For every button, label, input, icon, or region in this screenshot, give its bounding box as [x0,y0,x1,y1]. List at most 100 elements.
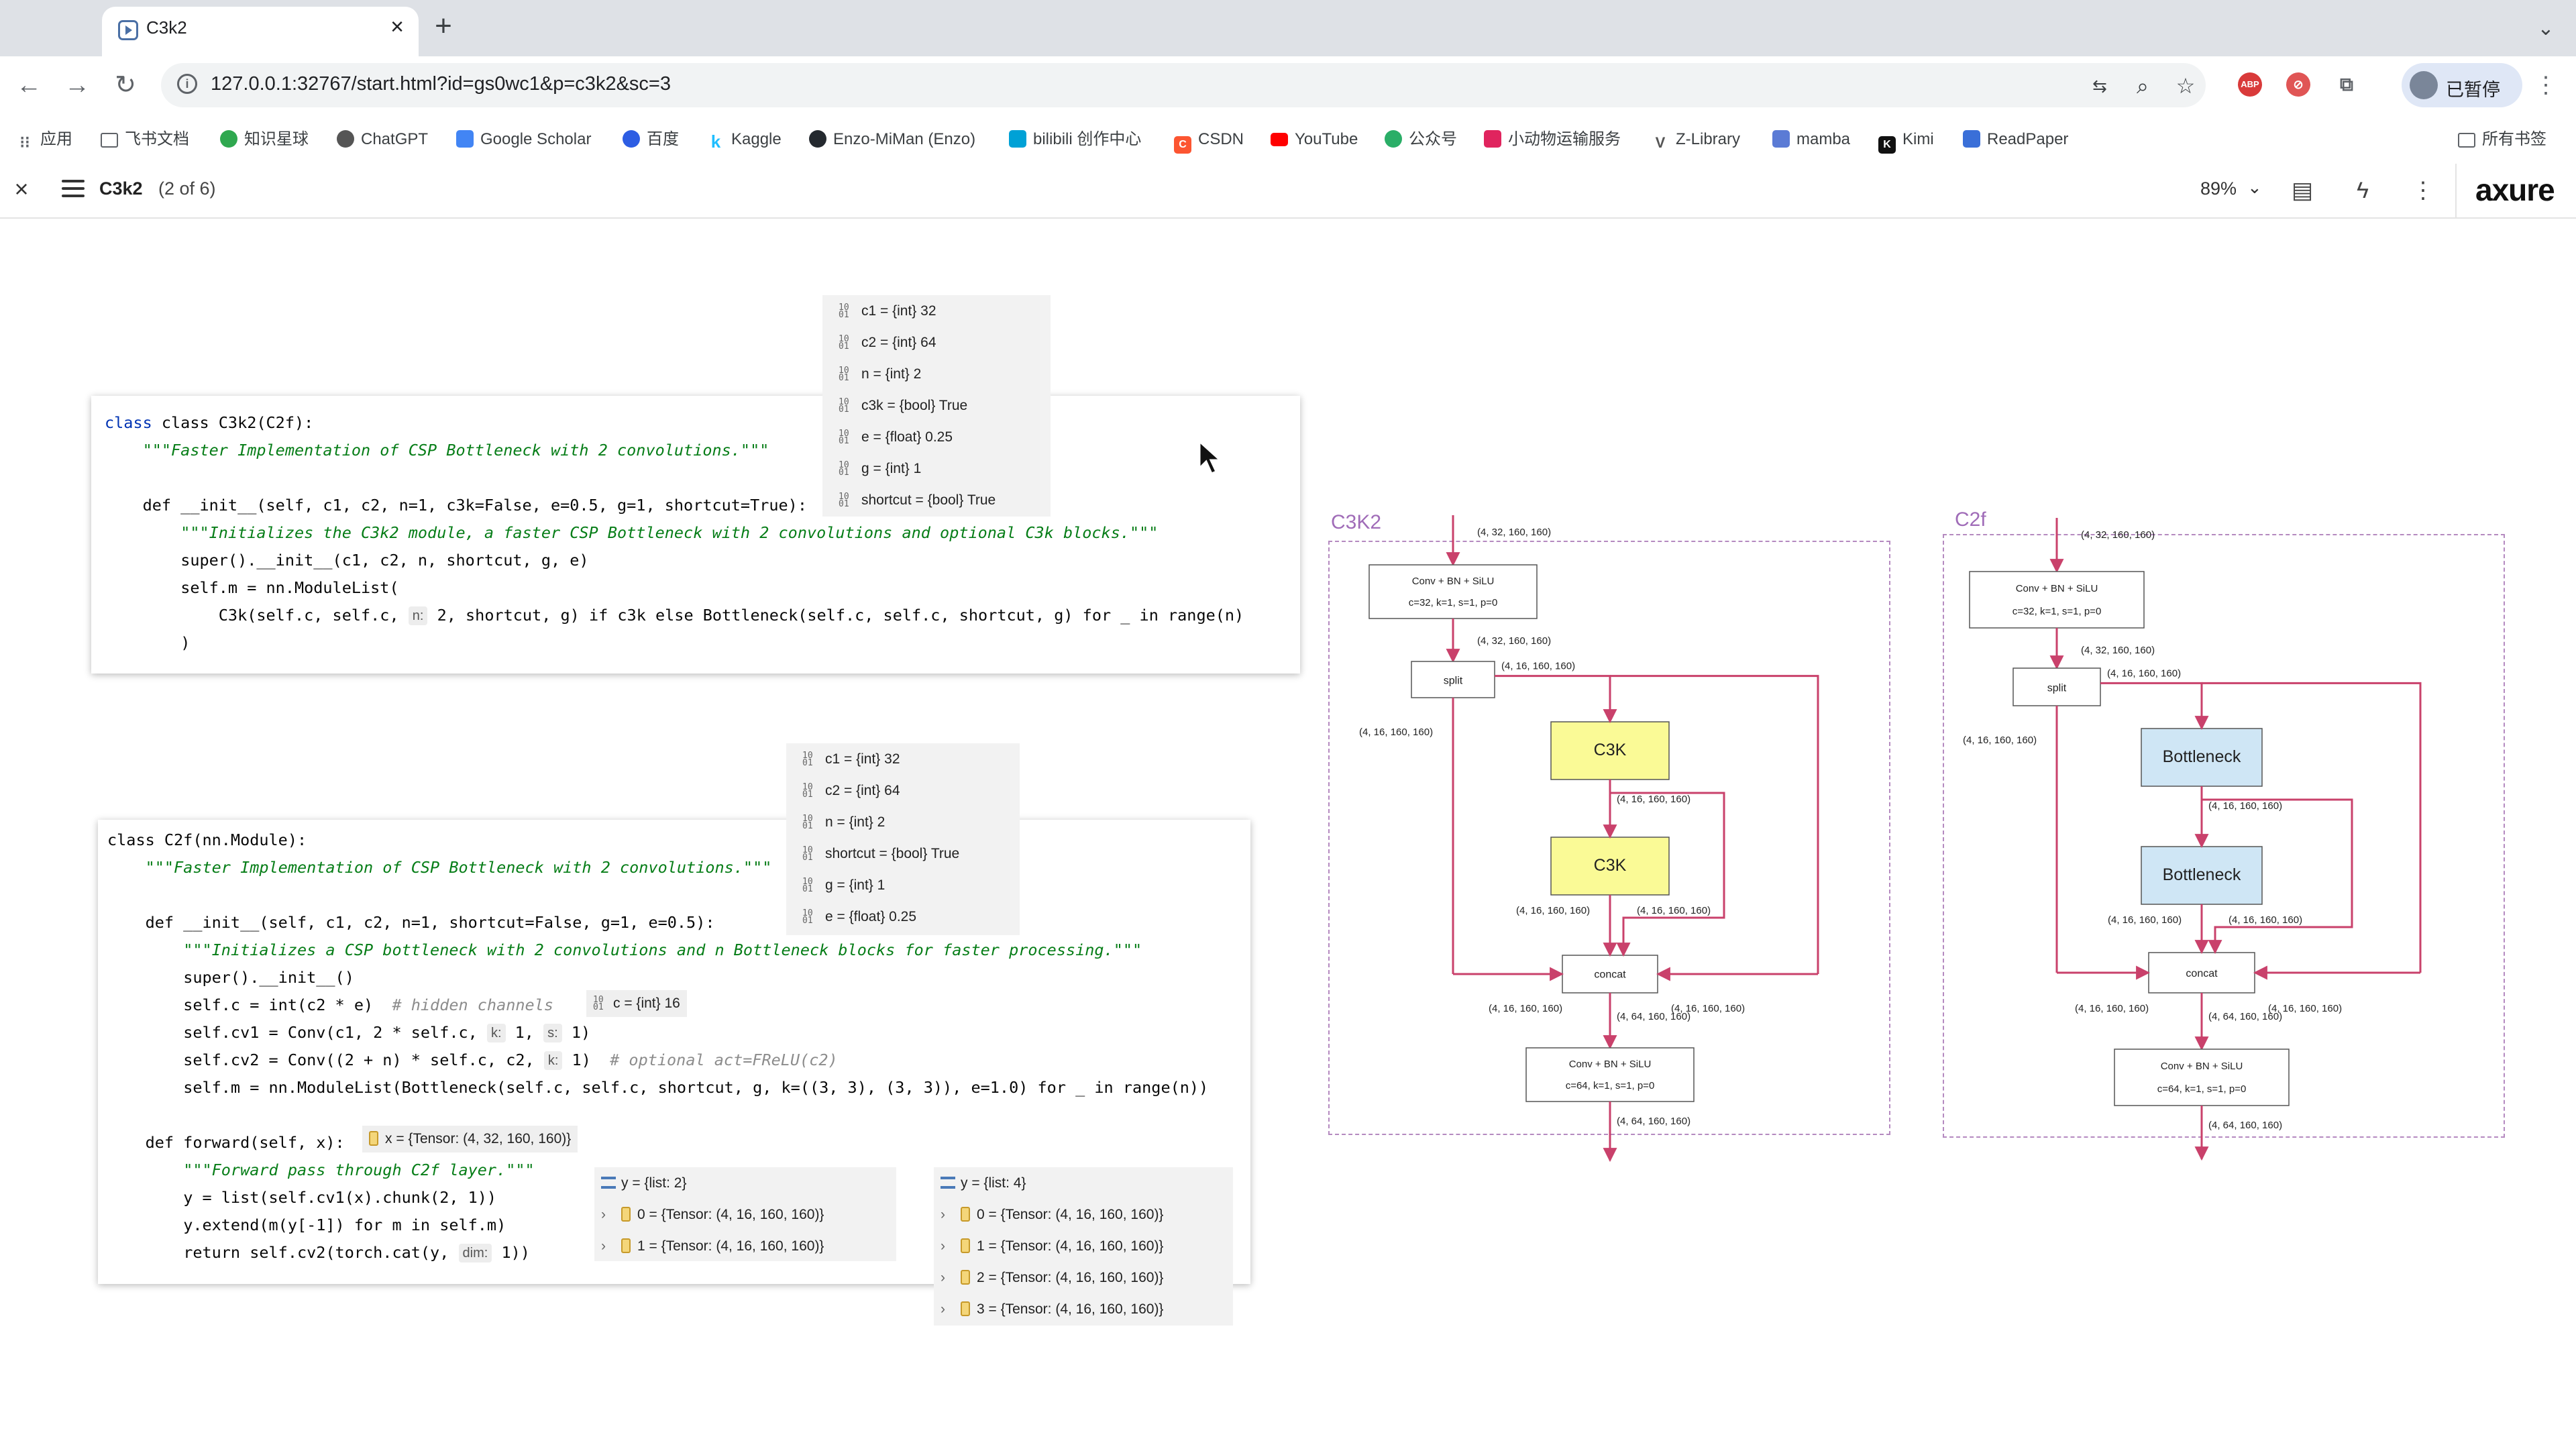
translate-icon[interactable]: ⇆ [2086,72,2113,99]
chevron-right-icon[interactable]: › [941,1262,954,1293]
list-item[interactable]: › 1 = {Tensor: (4, 16, 160, 160)} [601,1230,824,1262]
extensions-puzzle-icon[interactable]: ⧉ [2334,72,2359,97]
profile-button[interactable]: 已暂停 [2402,63,2522,107]
extension-icon[interactable]: ⊘ [2286,72,2310,97]
variable-row[interactable]: 10 01 c3k = {bool} True [839,390,967,421]
variable-row[interactable]: 10 01 g = {int} 1 [839,453,921,484]
browser-toolbar: ← → ↻ i 127.0.0.1:32767/start.html?id=gs… [0,56,2576,114]
bookmark-link[interactable]: 知识星球 [220,126,309,153]
browser-tab[interactable]: C3k2 × [102,7,419,56]
bookmark-link[interactable]: ChatGPT [337,126,428,153]
split-label: split [1444,675,1463,686]
all-bookmarks[interactable]: 所有书签 [2458,126,2546,153]
conv1-label: Conv + BN + SiLU [1412,576,1495,587]
list-item[interactable]: › 0 = {Tensor: (4, 16, 160, 160)} [941,1199,1163,1230]
c3k2-code-panel: class class C3k2(C2f): """Faster Impleme… [91,396,1300,674]
variable-row[interactable]: 10 01 n = {int} 2 [802,806,885,838]
bookmark-link[interactable]: 小动物运输服务 [1484,126,1621,153]
variable-row[interactable]: 10 01 g = {int} 1 [802,869,885,901]
bookmark-link[interactable]: Google Scholar [456,126,591,153]
bookmark-link[interactable]: 百度 [623,126,679,153]
apps-grid-icon: ⁝⁝ [19,133,30,152]
address-bar[interactable]: i 127.0.0.1:32767/start.html?id=gs0wc1&p… [161,63,2206,107]
variable-value: c1 = {int} 32 [861,303,936,319]
variable-value: 0 = {Tensor: (4, 16, 160, 160)} [977,1207,1164,1222]
list-item[interactable]: › 3 = {Tensor: (4, 16, 160, 160)} [941,1293,1163,1325]
chevron-right-icon[interactable]: › [941,1293,954,1325]
list-item[interactable]: › 0 = {Tensor: (4, 16, 160, 160)} [601,1199,824,1230]
bookmark-label: 知识星球 [244,130,309,148]
baidu-icon [623,130,640,148]
close-tab-icon[interactable]: × [382,12,412,42]
bookmark-link[interactable]: ReadPaper [1963,126,2068,153]
chevron-right-icon[interactable]: › [941,1230,954,1262]
site-info-icon[interactable]: i [177,74,197,94]
readpaper-icon [1963,130,1980,148]
bookmark-link[interactable]: 公众号 [1385,126,1457,153]
chevron-right-icon[interactable]: › [601,1230,614,1262]
list-icon [941,1177,955,1189]
int-type-icon: 10 01 [839,366,849,384]
variable-value: c2 = {int} 64 [825,783,900,798]
notes-icon[interactable]: ▤ [2285,173,2320,208]
variable-value: shortcut = {bool} True [825,846,960,861]
variable-value: 1 = {Tensor: (4, 16, 160, 160)} [637,1238,824,1254]
bookmark-link[interactable]: YouTube [1271,126,1358,153]
bookmark-link[interactable]: C CSDN [1174,126,1244,154]
docstring: """Faster Implementation of CSP Bottlene… [142,441,769,460]
pages-menu-icon[interactable] [60,176,87,203]
inline-variable-x[interactable]: x = {Tensor: (4, 32, 160, 160)} [362,1126,578,1152]
bookmark-link[interactable]: bilibili 创作中心 [1009,126,1141,153]
variable-row[interactable]: 10 01 n = {int} 2 [839,358,921,390]
code-line: class class C3k2(C2f): [105,413,314,432]
chevron-right-icon[interactable]: › [941,1199,954,1230]
zoom-select[interactable]: 89% [2200,178,2237,199]
block2-label: C3K [1594,856,1627,875]
close-sidebar-icon[interactable]: × [7,174,36,204]
list-header[interactable]: y = {list: 4} [941,1167,1026,1199]
more-options-icon[interactable]: ⋮ [2406,173,2440,208]
tab-search-chevron-icon[interactable]: ⌄ [2529,12,2563,46]
bookmark-apps[interactable]: ⁝⁝ 应用 [16,126,72,153]
zoom-icon[interactable]: ⌕ [2129,72,2156,99]
shape-label-mid: (4, 16, 160, 160) [2208,800,2282,812]
variable-row[interactable]: 10 01 e = {float} 0.25 [839,421,953,453]
bookmark-link[interactable]: Enzo-MiMan (Enzo) [809,126,975,153]
bookmark-link[interactable]: V Z-Library [1652,126,1740,153]
back-arrow-icon[interactable]: ← [9,66,48,105]
variable-row[interactable]: 10 01 e = {float} 0.25 [802,901,916,932]
bool-type-icon: 10 01 [802,845,813,863]
adblock-extension-icon[interactable]: ABP [2238,72,2262,97]
bookmark-star-icon[interactable]: ☆ [2172,72,2199,99]
browser-menu-icon[interactable]: ⋮ [2529,68,2563,102]
variable-row[interactable]: 10 01 shortcut = {bool} True [802,838,959,869]
list-item[interactable]: › 1 = {Tensor: (4, 16, 160, 160)} [941,1230,1163,1262]
variable-row[interactable]: 10 01 c2 = {int} 64 [839,327,936,358]
inline-variable-c[interactable]: 10 01 c = {int} 16 [586,990,687,1017]
conv1-params: c=32, k=1, s=1, p=0 [1409,597,1498,608]
bookmark-label: 所有书签 [2482,130,2546,148]
shape-label-b2-left: (4, 16, 160, 160) [2108,914,2182,926]
chevron-right-icon[interactable]: › [601,1199,614,1230]
shape-label-after-conv: (4, 32, 160, 160) [1477,635,1551,647]
url-text[interactable]: 127.0.0.1:32767/start.html?id=gs0wc1&p=c… [211,73,671,95]
variable-row[interactable]: 10 01 c1 = {int} 32 [802,743,900,775]
bookmark-link[interactable]: k Kaggle [707,126,782,153]
bookmark-link[interactable]: mamba [1772,126,1850,153]
hotspot-lightning-icon[interactable]: ϟ [2345,173,2380,208]
bookmark-link[interactable]: K Kimi [1878,126,1934,154]
bookmark-folder[interactable]: 飞书文档 [101,126,189,153]
reload-icon[interactable]: ↻ [106,66,145,105]
new-tab-button[interactable]: + [427,9,460,43]
conv1-label: Conv + BN + SiLU [2016,583,2098,594]
variable-row[interactable]: 10 01 c2 = {int} 64 [802,775,900,806]
list-header[interactable]: y = {list: 2} [601,1167,686,1199]
chevron-down-icon[interactable]: ⌄ [2247,177,2262,198]
tensor-icon [961,1207,970,1222]
variable-row[interactable]: 10 01 shortcut = {bool} True [839,484,996,516]
variable-row[interactable]: 10 01 c1 = {int} 32 [839,295,936,327]
code-text: 1)) [501,1243,530,1262]
forward-arrow-icon[interactable]: → [58,66,97,105]
bookmark-label: 小动物运输服务 [1508,130,1621,148]
list-item[interactable]: › 2 = {Tensor: (4, 16, 160, 160)} [941,1262,1163,1293]
